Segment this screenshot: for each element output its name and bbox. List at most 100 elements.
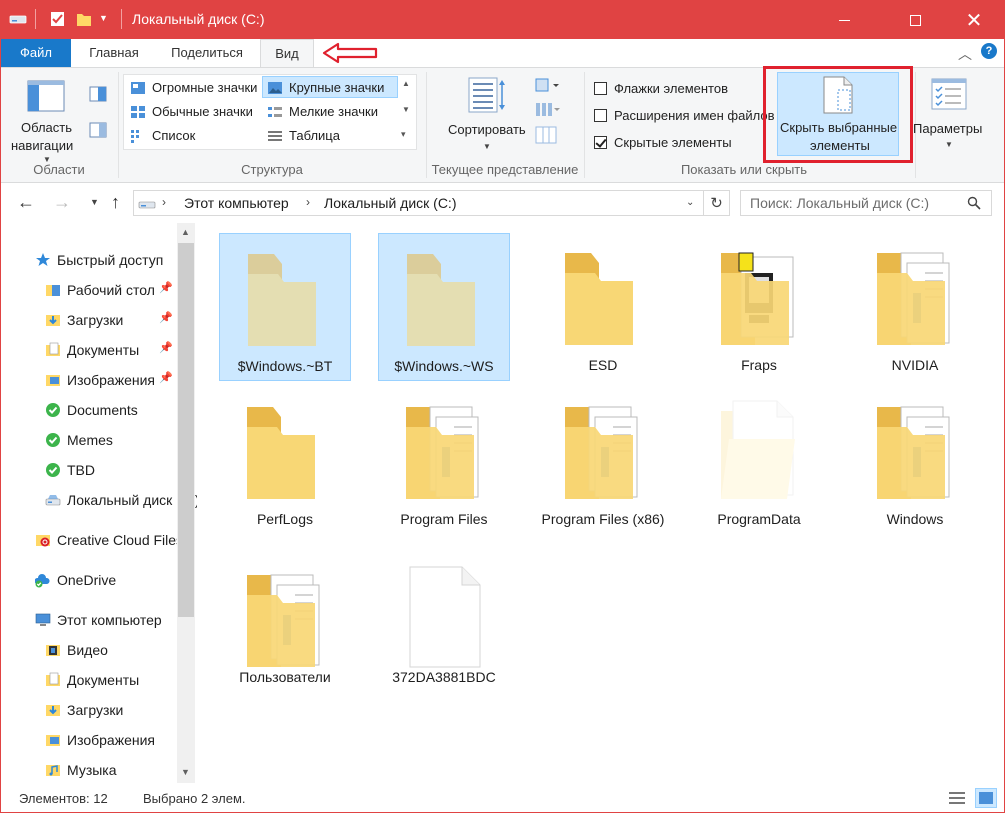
layout-scroll-up-icon[interactable]: ▲	[402, 79, 410, 88]
layout-expand-icon[interactable]: ▾	[401, 129, 406, 140]
file-tile[interactable]: Fraps	[693, 233, 825, 381]
file-tile[interactable]: Program Files	[378, 387, 510, 535]
file-tile[interactable]: 372DA3881BDC	[378, 555, 510, 703]
search-icon[interactable]	[967, 196, 981, 210]
options-button[interactable]: Параметры ▼	[913, 74, 985, 154]
file-tile[interactable]: NVIDIA	[849, 233, 981, 381]
nav-tbd[interactable]: TBD	[46, 459, 95, 481]
minimize-button[interactable]	[821, 1, 867, 39]
up-button[interactable]: ↑	[111, 192, 120, 213]
layout-medium[interactable]: Обычные значки	[126, 101, 253, 123]
back-button[interactable]: ←	[17, 192, 35, 213]
hidden-items-checkbox[interactable]	[594, 136, 607, 149]
tab-share[interactable]: Поделиться	[161, 39, 253, 67]
item-checkboxes-toggle[interactable]: Флажки элементов	[593, 80, 763, 100]
nav-pc-pictures[interactable]: Изображения	[46, 729, 155, 751]
nav-memes[interactable]: Memes	[46, 429, 113, 451]
file-tile[interactable]: $Windows.~WS	[378, 233, 510, 381]
sync-ok-icon	[46, 463, 60, 477]
nav-desktop[interactable]: Рабочий стол	[46, 279, 155, 301]
layout-extra-large[interactable]: Огромные значки	[126, 77, 257, 99]
file-name: ESD	[588, 357, 618, 373]
pin-icon[interactable]: 📌	[159, 371, 173, 384]
breadcrumb-this-pc[interactable]: Этот компьютер	[184, 195, 289, 211]
maximize-icon	[909, 14, 921, 26]
large-icons-toggle-icon[interactable]	[975, 788, 997, 808]
scroll-up-icon[interactable]: ▲	[181, 227, 190, 237]
nav-pane-icon	[27, 80, 65, 112]
preview-pane-icon[interactable]	[89, 86, 107, 102]
details-view-icon	[268, 131, 282, 141]
nav-documents-onedrive[interactable]: Documents	[46, 399, 138, 421]
recent-locations-icon[interactable]: ▼	[90, 197, 99, 207]
tab-file[interactable]: Файл	[1, 39, 71, 67]
file-tile[interactable]: ESD	[537, 233, 669, 381]
pictures-folder-icon	[46, 375, 60, 386]
pin-icon[interactable]: 📌	[159, 281, 173, 294]
sort-button[interactable]: Сортировать ▼	[441, 74, 533, 154]
nav-pane-button[interactable]: Область навигации ▼	[9, 76, 85, 164]
properties-icon[interactable]	[49, 11, 67, 27]
file-tile[interactable]: Пользователи	[219, 555, 351, 703]
layout-list[interactable]: Список	[126, 125, 195, 147]
nav-scrollbar[interactable]: ▲ ▼	[177, 223, 195, 783]
file-tile[interactable]: ProgramData	[693, 387, 825, 535]
file-tile[interactable]: PerfLogs	[219, 387, 351, 535]
search-box[interactable]: Поиск: Локальный диск (C:)	[740, 190, 992, 216]
size-columns-icon[interactable]	[535, 126, 557, 144]
scroll-thumb[interactable]	[178, 243, 194, 617]
nav-quick-access[interactable]: Быстрый доступ	[36, 249, 163, 271]
address-bar[interactable]: › Этот компьютер › Локальный диск (C:) ⌄	[133, 190, 704, 216]
hidden-items-label: Скрытые элементы	[614, 135, 732, 150]
hidden-items-toggle[interactable]: Скрытые элементы	[593, 134, 763, 154]
maximize-button[interactable]	[892, 1, 938, 39]
ribbon: Область навигации ▼ Области Огромные зна…	[1, 66, 1004, 183]
forward-button[interactable]: →	[53, 192, 71, 213]
layout-small[interactable]: Мелкие значки	[263, 101, 378, 123]
nav-label: Documents	[67, 402, 138, 418]
refresh-button[interactable]: ↻	[704, 190, 730, 216]
address-dropdown-icon[interactable]: ⌄	[686, 197, 694, 208]
close-button[interactable]: ✕	[951, 1, 997, 39]
nav-documents[interactable]: Документы	[46, 339, 139, 361]
add-columns-icon[interactable]	[535, 102, 561, 118]
nav-onedrive[interactable]: OneDrive	[35, 569, 116, 591]
details-pane-icon[interactable]	[89, 122, 107, 138]
nav-label: Memes	[67, 432, 113, 448]
file-extensions-checkbox[interactable]	[594, 109, 607, 122]
nav-pc-documents[interactable]: Документы	[46, 669, 139, 691]
scroll-down-icon[interactable]: ▼	[181, 767, 190, 777]
help-icon[interactable]: ?	[981, 43, 997, 59]
breadcrumb-chevron-icon[interactable]: ›	[162, 195, 166, 209]
quick-access-dropdown-icon[interactable]: ▼	[99, 13, 108, 23]
tab-home[interactable]: Главная	[77, 39, 151, 67]
documents-folder-icon	[46, 672, 60, 686]
nav-pictures[interactable]: Изображения	[46, 369, 155, 391]
breadcrumb-local-disk[interactable]: Локальный диск (C:)	[324, 195, 457, 211]
layout-large[interactable]: Крупные значки	[262, 76, 398, 98]
tab-view[interactable]: Вид	[260, 39, 314, 67]
nav-videos[interactable]: Видео	[46, 639, 108, 661]
new-folder-icon[interactable]	[75, 11, 93, 27]
layout-details[interactable]: Таблица	[263, 125, 340, 147]
details-view-toggle-icon[interactable]	[948, 790, 966, 806]
pin-icon[interactable]: 📌	[159, 311, 173, 324]
minimize-ribbon-icon[interactable]: ︿	[958, 44, 972, 64]
file-tile[interactable]: Windows	[849, 387, 981, 535]
file-tile[interactable]: Program Files (x86)	[537, 387, 669, 557]
file-tile[interactable]: $Windows.~BT	[219, 233, 351, 381]
pin-icon[interactable]: 📌	[159, 341, 173, 354]
nav-this-pc[interactable]: Этот компьютер	[35, 609, 162, 631]
breadcrumb-chevron-icon[interactable]: ›	[306, 195, 310, 209]
nav-creative-cloud[interactable]: Creative Cloud Files	[36, 529, 183, 551]
nav-label: Загрузки	[67, 702, 124, 718]
group-by-icon[interactable]	[535, 78, 561, 94]
layout-scroll-down-icon[interactable]: ▼	[402, 105, 410, 114]
nav-downloads[interactable]: Загрузки	[46, 309, 123, 331]
nav-pc-downloads[interactable]: Загрузки	[46, 699, 124, 721]
file-extensions-toggle[interactable]: Расширения имен файлов	[593, 107, 775, 127]
nav-music[interactable]: Музыка	[46, 759, 117, 781]
layout-group-label: Структура	[241, 162, 303, 177]
item-checkboxes-label: Флажки элементов	[614, 81, 728, 96]
item-checkboxes-checkbox[interactable]	[594, 82, 607, 95]
